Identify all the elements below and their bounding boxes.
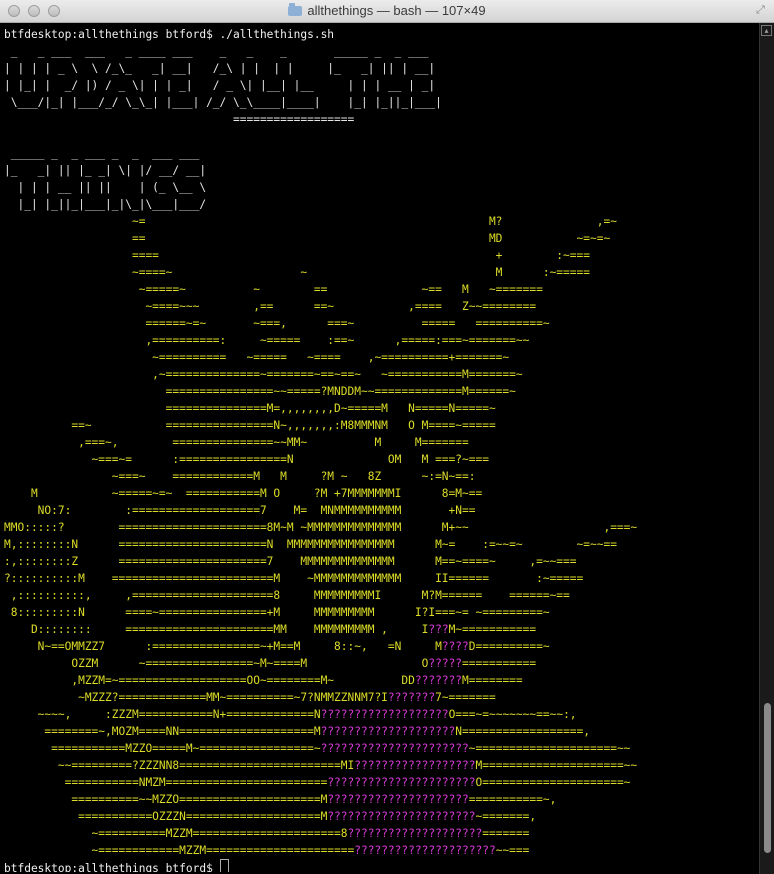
art-line: ~==========MZZM======================8??…: [4, 827, 530, 840]
folder-icon: [288, 3, 303, 16]
art-line: ~~~~, :ZZZM===========N+=============N??…: [4, 708, 577, 721]
art-line: ===========NMZM========================?…: [4, 776, 631, 789]
art-line: ~====~ ~ M :~=====: [131, 266, 590, 279]
art-line: 8:::::::::N ====~================+M MMMM…: [10, 606, 550, 619]
ascii-banner: _ _ ___ ___ _ ____ ___ _ _ _ _____ _ _ _…: [4, 43, 756, 213]
art-line: :,::::::::Z ======================7 MMMM…: [4, 555, 577, 568]
prompt-line-command: btfdesktop:allthethings btford$ ./allthe…: [4, 28, 335, 41]
banner-line: _____ _ _ ___ _ _ ___ ___: [10, 147, 200, 160]
art-line: ~===~ ============M M ?M ~ 8Z ~:=N~==:: [111, 470, 476, 483]
terminal-output[interactable]: btfdesktop:allthethings btford$ ./allthe…: [4, 26, 756, 872]
banner-line: _ _ ___ ___ _ ____ ___ _ _ _ _____ _ _ _…: [10, 45, 429, 58]
art-line: ,===~, ===============~~MM~ M M=======: [78, 436, 469, 449]
art-line: ~========== ~===== ~==== ,~==========+==…: [152, 351, 510, 364]
scrollbar-thumb[interactable]: [764, 703, 771, 853]
art-line: D:::::::: ======================MM MMMMM…: [4, 623, 537, 636]
art-line: ~============MZZM======================?…: [4, 844, 530, 857]
window-title: allthethings — bash — 107×49: [307, 3, 486, 18]
scroll-up-icon[interactable]: ▴: [761, 25, 772, 36]
art-line: ================~~=====?MNDDM~~=========…: [165, 385, 516, 398]
art-line: N~==OMMZZ7 :================~+M==M 8::~,…: [4, 640, 550, 653]
art-line: ~====~~~ ,== ==~ ,==== Z~~========: [145, 300, 537, 313]
banner-line: | | | | _ \ \ /_\_ _| __| /_\ | | | | |_…: [4, 62, 436, 75]
art-line: NO:7: :===================7 M= MNMMMMMMM…: [37, 504, 476, 517]
art-line: ~=====~ ~ == ~== M ~=======: [138, 283, 543, 296]
art-line: ~= M? ,=~: [131, 215, 617, 228]
art-line: ?::::::::::M ========================M ~…: [4, 572, 584, 585]
prompt-line-current[interactable]: btfdesktop:allthethings btford$: [4, 859, 756, 872]
art-line: MMO:::::? ======================8M~M ~MM…: [4, 521, 638, 534]
art-line: ~===~= :================N OM M ===?~===: [91, 453, 489, 466]
art-line: ========~,MOZM====NN====================…: [4, 725, 591, 738]
art-line: ~~=========?ZZZNN8======================…: [4, 759, 638, 772]
banner-line: |_| |_||_|___|_|\_|\___|___/: [17, 198, 207, 211]
art-line: ,MZZM=~===================OO~========M~ …: [4, 674, 523, 687]
terminal-window: allthethings — bash — 107×49 ⤢ btfdeskto…: [0, 0, 774, 874]
art-line: ,::::::::::, ,=====================8 MMM…: [10, 589, 570, 602]
art-line: M ~=====~=~ ===========M O ?M +7MMMMMMMI…: [30, 487, 483, 500]
banner-line: ==================: [233, 113, 355, 126]
art-line: M,::::::::N ======================N MMMM…: [4, 538, 617, 551]
art-line: ==========~~MZZO=====================M??…: [4, 793, 557, 806]
prompt-text: btfdesktop:allthethings btford$: [4, 862, 220, 872]
fullscreen-icon[interactable]: ⤢: [756, 4, 768, 16]
banner-line: |_ _| || |_ _| \| |/ __/ __|: [4, 164, 207, 177]
ascii-art: ~= M? ,=~ == MD ~=~=~ ==== +:~=== ~====…: [4, 213, 756, 859]
art-line: ===========MZZO=====M~=================~…: [4, 742, 631, 755]
art-line: ===============M=,,,,,,,,D~=====M N=====…: [165, 402, 496, 415]
art-line: ~MZZZ?=============MM~==========~7?NMMZZ…: [4, 691, 496, 704]
title-bar: allthethings — bash — 107×49 ⤢: [0, 0, 774, 23]
art-line: ,~==============~=======~==~==~ ~=======…: [152, 368, 523, 381]
banner-line: \___/|_| |___/_/ \_\_| |___| /_/ \_\____…: [10, 96, 442, 109]
art-line: ======~=~ ~===, ===~ ===== ==========~: [145, 317, 550, 330]
banner-line: | | | __ || || | (_ \__ \: [17, 181, 207, 194]
scrollbar[interactable]: ▴: [759, 23, 774, 874]
art-line: == MD ~=~=~: [131, 232, 611, 245]
art-line: ==~ ================N~,,,,,,,:M8MMMNM O …: [71, 419, 496, 432]
window-title-wrap: allthethings — bash — 107×49: [0, 3, 774, 18]
banner-line: | |_| | _/ |) / _ \| | | _| / _ \| |__| …: [4, 79, 436, 92]
text-cursor: [219, 859, 229, 872]
art-line: OZZM ~================~M~====M O?????===…: [4, 657, 537, 670]
art-line: ==== + :~===: [131, 249, 590, 262]
art-line: ===========OZZZN====================M???…: [4, 810, 537, 823]
art-line: ,==========: ~===== :==~ ,=====:===~====…: [145, 334, 530, 347]
